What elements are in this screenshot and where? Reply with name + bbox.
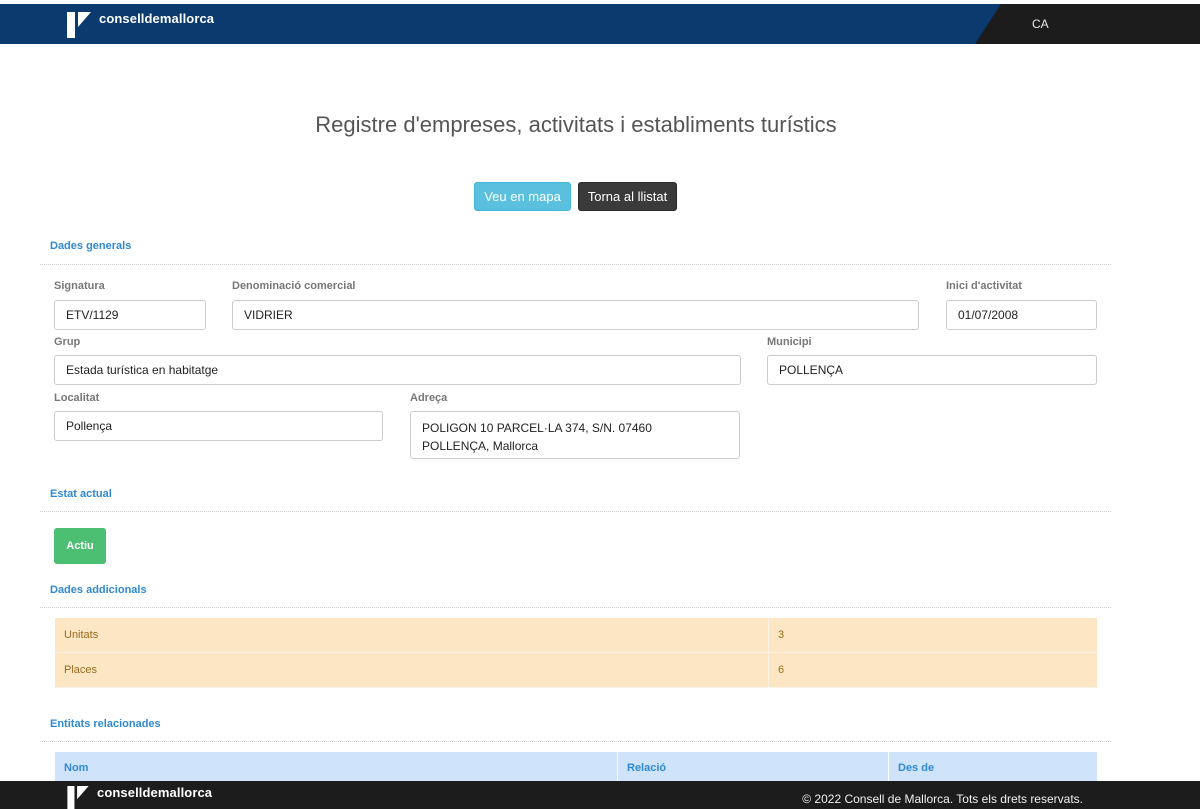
footer-brand-text: conselldemallorca bbox=[97, 785, 213, 800]
adreca-field[interactable]: POLIGON 10 PARCEL·LA 374, S/N. 07460 POL… bbox=[410, 411, 740, 459]
table-row: Places 6 bbox=[55, 653, 1097, 688]
signatura-label: Signatura bbox=[54, 280, 105, 292]
section-divider bbox=[40, 741, 1111, 742]
column-header-des-de[interactable]: Des de bbox=[889, 752, 1097, 784]
municipi-field[interactable]: POLLENÇA bbox=[767, 355, 1097, 385]
additional-value-cell: 3 bbox=[778, 629, 785, 641]
section-title-general: Dades generals bbox=[50, 240, 132, 252]
inici-field[interactable]: 01/07/2008 bbox=[946, 300, 1097, 330]
footer-logo[interactable]: conselldemallorca bbox=[67, 785, 213, 809]
section-divider bbox=[40, 511, 1111, 512]
additional-value-cell: 6 bbox=[778, 664, 785, 676]
consell-logo-icon bbox=[67, 786, 89, 809]
footer-copyright: © 2022 Consell de Mallorca. Tots els dre… bbox=[802, 792, 1083, 806]
additional-label-cell: Unitats bbox=[55, 618, 769, 652]
top-header: conselldemallorca CA bbox=[0, 4, 1200, 44]
page-title: Registre d'empreses, activitats i establ… bbox=[315, 112, 837, 137]
header-brand-text: conselldemallorca bbox=[99, 11, 215, 26]
header-dark-band bbox=[975, 4, 1200, 44]
footer: conselldemallorca © 2022 Consell de Mall… bbox=[0, 781, 1200, 809]
inici-label: Inici d'activitat bbox=[946, 280, 1022, 292]
consell-logo-icon bbox=[67, 12, 91, 38]
related-entities-table-header: Nom Relació Des de bbox=[55, 752, 1097, 784]
localitat-label: Localitat bbox=[54, 392, 100, 404]
denominacio-field[interactable]: VIDRIER bbox=[232, 300, 919, 330]
grup-field[interactable]: Estada turística en habitatge bbox=[54, 355, 741, 385]
denominacio-label: Denominació comercial bbox=[232, 280, 356, 292]
signatura-field[interactable]: ETV/1129 bbox=[54, 300, 206, 330]
language-selector[interactable]: CA bbox=[1032, 17, 1049, 31]
section-title-additional: Dades addicionals bbox=[50, 584, 147, 596]
adreca-line-2: POLLENÇA, Mallorca bbox=[422, 439, 539, 453]
grup-label: Grup bbox=[54, 336, 81, 348]
header-logo[interactable]: conselldemallorca bbox=[67, 11, 215, 38]
localitat-field[interactable]: Pollença bbox=[54, 411, 383, 441]
map-button[interactable]: Veu en mapa bbox=[474, 182, 571, 211]
section-title-related: Entitats relacionades bbox=[50, 718, 161, 730]
section-divider bbox=[40, 264, 1111, 265]
adreca-label: Adreça bbox=[410, 392, 448, 404]
section-title-status: Estat actual bbox=[50, 488, 112, 500]
table-row: Unitats 3 bbox=[55, 618, 1097, 653]
additional-label-cell: Places bbox=[55, 653, 769, 687]
additional-data-table: Unitats 3 Places 6 bbox=[55, 618, 1097, 688]
back-to-list-button[interactable]: Torna al llistat bbox=[578, 182, 677, 211]
section-divider bbox=[40, 607, 1111, 608]
adreca-line-1: POLIGON 10 PARCEL·LA 374, S/N. 07460 bbox=[422, 421, 652, 435]
column-header-nom[interactable]: Nom bbox=[55, 752, 618, 784]
column-header-relacio[interactable]: Relació bbox=[618, 752, 889, 784]
status-badge: Actiu bbox=[54, 528, 106, 564]
municipi-label: Municipi bbox=[767, 336, 812, 348]
